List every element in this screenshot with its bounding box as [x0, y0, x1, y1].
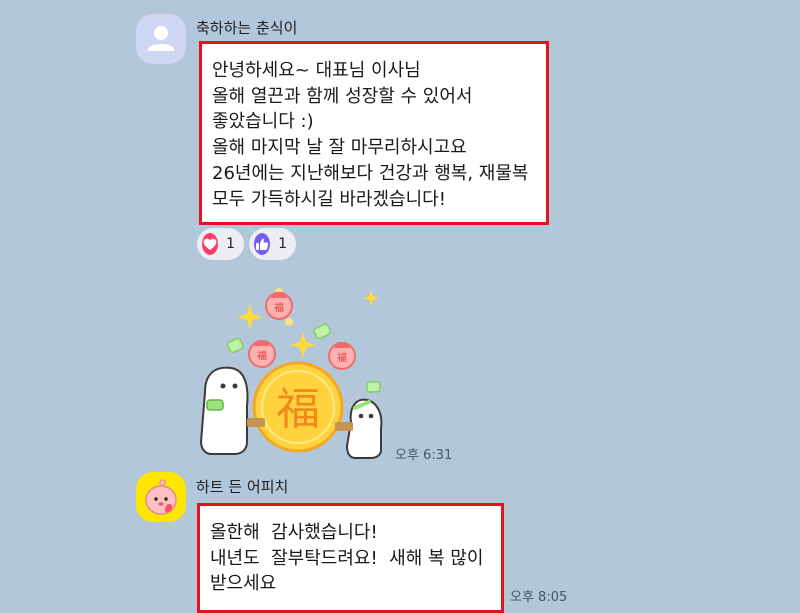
message-line: 올해 열끈과 함께 성장할 수 있어서	[212, 85, 473, 107]
sender-avatar-default[interactable]	[136, 14, 186, 64]
pouch-icon: 福	[265, 292, 293, 320]
reaction-count: 1	[278, 236, 287, 252]
message-time: 오후 6:31	[395, 448, 453, 463]
message-line: 안녕하세요~ 대표님 이사님	[212, 60, 421, 81]
lucky-bag-sticker[interactable]: 福 福 福 福	[195, 282, 395, 462]
reaction-heart[interactable]: 1	[197, 228, 244, 260]
svg-text:福: 福	[257, 349, 267, 362]
fortune-character: 福	[276, 384, 320, 435]
message-bubble[interactable]: 올한해 감사했습니다! 내년도 잘부탁드려요! 새해 복 많이 받으세요	[197, 503, 504, 613]
message-line: 올한해 감사했습니다!	[210, 522, 378, 543]
heart-icon	[202, 233, 219, 255]
sparkle-icon	[290, 332, 316, 358]
apeach-icon	[145, 479, 177, 515]
message-text: 올한해 감사했습니다! 내년도 잘부탁드려요! 새해 복 많이 받으세요	[210, 520, 483, 597]
message-line: 모두 가득하시길 바라겠습니다!	[212, 188, 446, 210]
message-time: 오후 8:05	[510, 590, 568, 605]
sender-name: 축하하는 춘식이	[196, 19, 298, 37]
sender-name: 하트 든 어피치	[196, 478, 289, 496]
message-line: 올해 마지막 날 잘 마무리하시고요	[212, 137, 467, 159]
thumbs-up-icon	[254, 233, 271, 255]
message-line: 받으세요	[210, 573, 277, 595]
sparkle-icon	[237, 304, 263, 330]
message-line: 좋았습니다 :)	[212, 111, 314, 133]
message-line: 내년도 잘부탁드려요! 새해 복 많이	[210, 547, 484, 569]
default-profile-icon	[148, 26, 174, 51]
sparkle-icon	[363, 290, 379, 306]
svg-text:福: 福	[274, 301, 284, 314]
message-bubble[interactable]: 안녕하세요~ 대표님 이사님 올해 열끈과 함께 성장할 수 있어서 좋았습니다…	[199, 41, 549, 225]
message-line: 26년에는 지난해보다 건강과 행복, 재물복	[212, 162, 529, 184]
reaction-count: 1	[226, 236, 235, 252]
pouch-icon: 福	[328, 342, 356, 370]
mascot-icon	[199, 366, 249, 455]
message-text: 안녕하세요~ 대표님 이사님 올해 열끈과 함께 성장할 수 있어서 좋았습니다…	[212, 58, 528, 212]
pouch-icon: 福	[248, 340, 276, 368]
reaction-like[interactable]: 1	[249, 228, 296, 260]
svg-text:福: 福	[337, 351, 347, 364]
sender-avatar-apeach[interactable]	[136, 472, 186, 522]
